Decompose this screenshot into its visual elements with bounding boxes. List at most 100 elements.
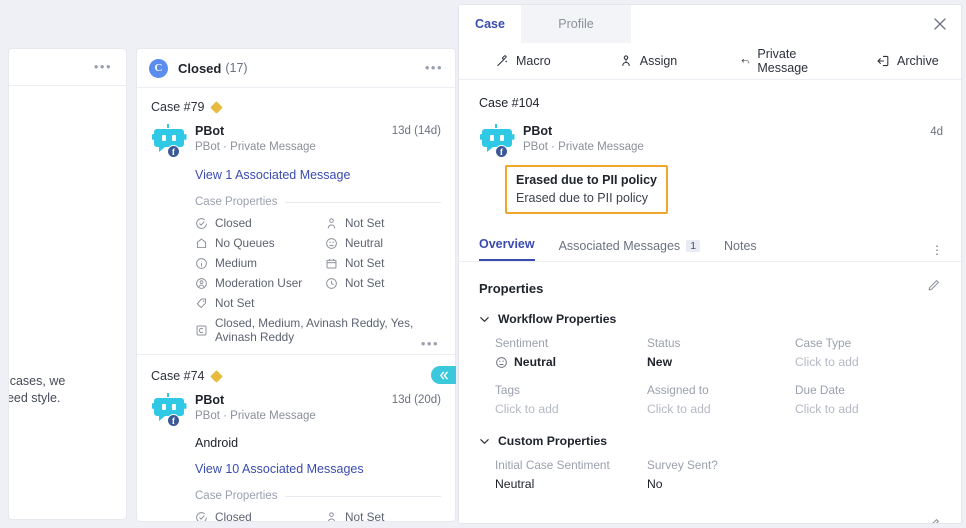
info-circle-icon (196, 257, 207, 269)
priority-diamond-icon (209, 100, 223, 114)
tab-associated-messages-label: Associated Messages (558, 239, 681, 253)
custom-properties-group-header[interactable]: Custom Properties (479, 434, 961, 448)
person-icon (327, 511, 336, 521)
closed-panel-more-icon[interactable]: ••• (425, 61, 443, 74)
case-card-74[interactable]: Case #74 f PBot PBot · Private Message 1… (137, 354, 455, 521)
tab-associated-messages[interactable]: Associated Messages 1 (558, 239, 701, 261)
tab-case[interactable]: Case (459, 5, 521, 43)
private-message-label: Private Message (757, 47, 809, 75)
person-icon (327, 217, 336, 228)
case-detail-panel: Case Profile Macro Assign Private Messag… (458, 4, 962, 524)
case-sub-tabs: Overview Associated Messages 1 Notes ⋮ (459, 232, 961, 262)
case-74-properties-label-text: Case Properties (195, 490, 278, 502)
private-message-button[interactable]: Private Message (741, 47, 814, 75)
case-toolbar: Macro Assign Private Message Archive (459, 43, 961, 80)
avatar: f (151, 393, 187, 427)
case-79-id: Case #79 (151, 100, 205, 114)
case-79-prop-user: Moderation User (195, 276, 325, 290)
case-79-properties-label-text: Case Properties (195, 196, 278, 208)
case-detail-sender-channel: PBot · Private Message (523, 141, 644, 153)
far-left-text-line-1: y cases, we (9, 374, 66, 388)
edit-properties-button[interactable] (926, 278, 941, 298)
case-74-message: f PBot PBot · Private Message 13d (20d) (151, 393, 441, 427)
tab-overview[interactable]: Overview (479, 237, 535, 261)
field-due-date-value[interactable]: Click to add (795, 402, 941, 416)
workflow-properties-fields: Sentiment Neutral Status New Case Type C… (495, 336, 941, 416)
case-79-prop-date-text: Not Set (345, 256, 385, 270)
queues-section-header: Queues (479, 517, 941, 524)
tab-associated-messages-count: 1 (686, 240, 701, 252)
case-79-properties-label: Case Properties (195, 196, 441, 208)
case-79-sender-block: PBot PBot · Private Message (195, 124, 316, 156)
field-initial-case-sentiment-label: Initial Case Sentiment (495, 458, 610, 472)
field-assigned-to: Assigned to Click to add (647, 383, 795, 416)
far-left-more-icon[interactable]: ••• (94, 60, 112, 73)
field-sentiment-text: Neutral (514, 355, 556, 369)
tab-notes-label: Notes (724, 239, 757, 253)
field-status: Status New (647, 336, 795, 369)
field-initial-case-sentiment-value[interactable]: Neutral (495, 477, 647, 491)
facebook-badge-icon: f (167, 414, 180, 427)
field-case-type: Case Type Click to add (795, 336, 941, 369)
sentiment-neutral-icon (496, 356, 507, 368)
workflow-properties-group-header[interactable]: Workflow Properties (479, 312, 961, 326)
tab-notes[interactable]: Notes (724, 239, 757, 261)
custom-properties-label: Custom Properties (498, 434, 608, 448)
workflow-properties-label: Workflow Properties (498, 312, 617, 326)
field-assigned-to-value[interactable]: Click to add (647, 402, 795, 416)
user-circle-icon (196, 277, 207, 289)
edit-queues-button[interactable] (926, 517, 941, 523)
case-74-associated-messages-link[interactable]: View 10 Associated Messages (195, 462, 441, 476)
case-79-header: Case #79 (151, 100, 441, 114)
case-74-header: Case #74 (151, 369, 441, 383)
field-sentiment-value[interactable]: Neutral (495, 355, 647, 369)
tab-overview-label: Overview (479, 237, 535, 251)
case-79-prop-status-text: Closed (215, 216, 252, 230)
field-due-date: Due Date Click to add (795, 383, 941, 416)
chevron-down-icon (480, 316, 489, 322)
case-79-prop-due: Not Set (325, 276, 441, 290)
macro-button[interactable]: Macro (495, 54, 551, 68)
case-74-sender-block: PBot PBot · Private Message (195, 393, 316, 425)
check-circle-icon (196, 217, 207, 229)
macro-label: Macro (516, 54, 551, 68)
field-survey-sent-value[interactable]: No (647, 477, 795, 491)
archive-button[interactable]: Archive (876, 54, 939, 68)
case-79-prop-status: Closed (195, 216, 325, 230)
case-79-prop-assignee: Not Set (325, 216, 441, 230)
facebook-badge-icon: f (495, 145, 508, 158)
pii-subject-text: Erased due to PII policy (516, 173, 658, 187)
case-79-associated-messages-link[interactable]: View 1 Associated Message (195, 168, 441, 182)
case-79-sender-channel: PBot · Private Message (195, 141, 316, 153)
panel-tabs: Case Profile (459, 5, 961, 43)
tab-profile[interactable]: Profile (521, 5, 631, 43)
sub-tabs-more-icon[interactable]: ⋮ (931, 244, 943, 256)
close-icon (934, 18, 946, 30)
clock-icon (326, 277, 337, 289)
case-79-more-icon[interactable]: ••• (421, 337, 439, 350)
chevron-down-icon (480, 438, 489, 444)
assign-button[interactable]: Assign (619, 54, 677, 68)
far-left-panel: ••• y cases, we peed style. (8, 48, 127, 520)
case-79-prop-assignee-text: Not Set (345, 216, 385, 230)
field-initial-case-sentiment: Initial Case Sentiment Neutral (495, 458, 647, 491)
case-74-id: Case #74 (151, 369, 205, 383)
priority-diamond-icon (209, 369, 223, 383)
field-case-type-value[interactable]: Click to add (795, 355, 941, 369)
case-79-sender-name: PBot (195, 124, 225, 138)
pencil-icon (928, 280, 939, 291)
field-status-value[interactable]: New (647, 355, 795, 369)
field-tags-value[interactable]: Click to add (495, 402, 647, 416)
case-79-prop-tags-text: Not Set (215, 296, 255, 310)
close-panel-button[interactable] (932, 16, 948, 32)
pii-highlight-box: Erased due to PII policy Erased due to P… (505, 165, 669, 214)
properties-section-header: Properties (479, 278, 941, 298)
assign-person-icon (621, 55, 630, 66)
queues-title: Queues (479, 520, 527, 524)
queue-icon (196, 237, 207, 248)
case-79-properties-grid: Closed Not Set No Queues Neutral Medium (195, 216, 441, 344)
case-card-79[interactable]: Case #79 f PBot PBot · Private Message 1… (137, 88, 455, 354)
collapse-panel-button[interactable] (431, 366, 456, 384)
case-detail-sender-block: PBot PBot · Private Message (523, 124, 644, 156)
field-tags-label: Tags (495, 383, 520, 397)
